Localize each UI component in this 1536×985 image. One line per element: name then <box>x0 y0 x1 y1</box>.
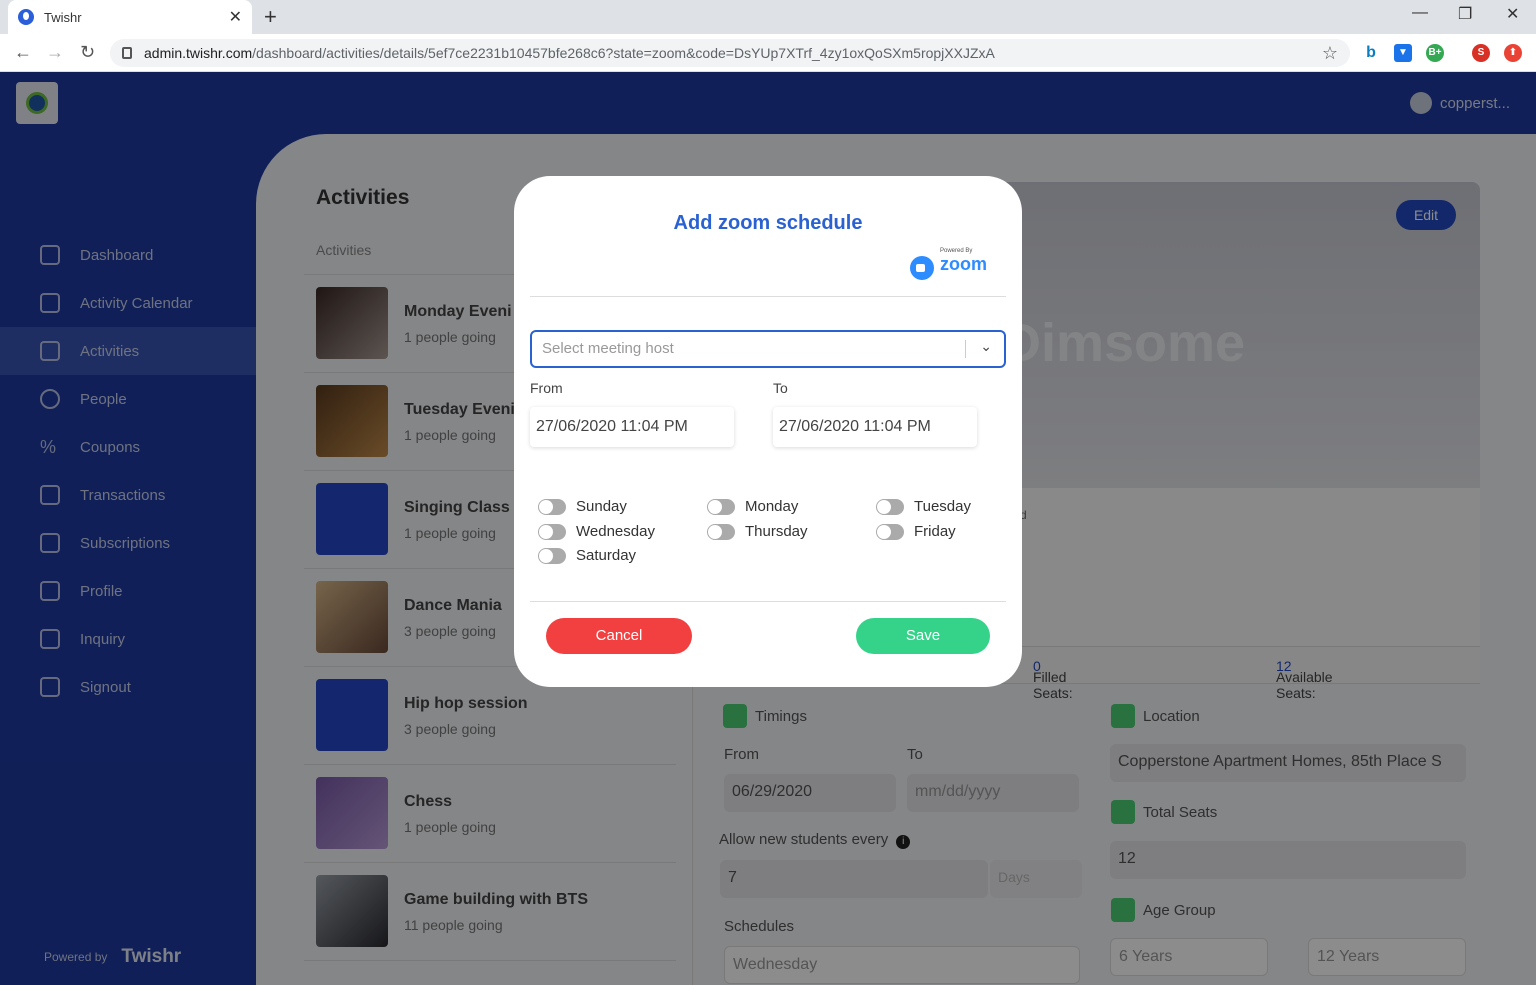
bookmark-star-icon[interactable]: ☆ <box>1322 43 1338 64</box>
bing-extension-icon[interactable]: b <box>1362 44 1380 62</box>
day-label: Wednesday <box>576 523 655 540</box>
close-tab-icon[interactable]: ✕ <box>229 7 242 27</box>
toggle-switch[interactable] <box>707 523 735 540</box>
zoom-logo: Powered By zoom <box>910 248 990 280</box>
back-icon[interactable]: ← <box>14 42 32 63</box>
browser-tab-bar: Twishr ✕ + — ❐ ✕ <box>0 0 1536 34</box>
day-toggle-monday[interactable]: Monday <box>707 498 798 515</box>
zoom-brand: zoom <box>940 254 987 274</box>
meeting-host-select[interactable]: Select meeting host ⌄ <box>530 330 1006 368</box>
address-bar: ← → ↻ admin.twishr.com/dashboard/activit… <box>0 34 1536 72</box>
b-plus-extension-icon[interactable]: B+ <box>1426 44 1444 62</box>
host-placeholder: Select meeting host <box>542 340 674 357</box>
chevron-down-icon[interactable]: ⌄ <box>980 338 992 355</box>
window-close-icon[interactable]: ✕ <box>1506 4 1519 24</box>
from-label: From <box>530 380 563 396</box>
day-label: Friday <box>914 523 956 540</box>
day-toggle-sunday[interactable]: Sunday <box>538 498 627 515</box>
toggle-switch[interactable] <box>707 498 735 515</box>
minimize-icon[interactable]: — <box>1412 4 1428 22</box>
toggle-switch[interactable] <box>876 523 904 540</box>
cancel-button[interactable]: Cancel <box>546 618 692 654</box>
toggle-switch[interactable] <box>538 498 566 515</box>
day-label: Thursday <box>745 523 808 540</box>
from-datetime-field[interactable]: 27/06/2020 11:04 PM <box>530 407 734 447</box>
lock-icon <box>122 47 132 59</box>
to-datetime-field[interactable]: 27/06/2020 11:04 PM <box>773 407 977 447</box>
trophy-extension-icon[interactable]: ▼ <box>1394 44 1412 62</box>
toggle-switch[interactable] <box>876 498 904 515</box>
select-divider <box>965 340 966 358</box>
day-toggle-tuesday[interactable]: Tuesday <box>876 498 971 515</box>
divider <box>530 296 1006 297</box>
toggle-switch[interactable] <box>538 523 566 540</box>
toggle-switch[interactable] <box>538 547 566 564</box>
new-tab-icon[interactable]: + <box>264 4 277 30</box>
url-field[interactable]: admin.twishr.com/dashboard/activities/de… <box>110 39 1350 67</box>
save-button[interactable]: Save <box>856 618 990 654</box>
url-path: /dashboard/activities/details/5ef7ce2231… <box>252 45 995 61</box>
divider <box>530 601 1006 602</box>
update-extension-icon[interactable]: ⬆ <box>1504 44 1522 62</box>
to-label: To <box>773 380 788 396</box>
modal-title: Add zoom schedule <box>673 212 863 234</box>
restore-icon[interactable]: ❐ <box>1458 4 1472 24</box>
day-label: Monday <box>745 498 799 515</box>
day-label: Sunday <box>576 498 627 515</box>
reload-icon[interactable]: ↻ <box>80 42 95 63</box>
browser-tab[interactable]: Twishr ✕ <box>8 0 252 34</box>
day-toggle-saturday[interactable]: Saturday <box>538 547 636 564</box>
day-toggle-wednesday[interactable]: Wednesday <box>538 523 655 540</box>
profile-s-icon[interactable]: S <box>1472 44 1490 62</box>
twishr-favicon-icon <box>18 9 34 25</box>
day-label: Saturday <box>576 547 637 564</box>
url-host: admin.twishr.com <box>144 45 253 61</box>
zoom-schedule-modal: Add zoom schedule Powered By zoom Select… <box>514 176 1022 687</box>
day-toggle-friday[interactable]: Friday <box>876 523 956 540</box>
day-label: Tuesday <box>914 498 971 515</box>
tab-title: Twishr <box>44 9 82 25</box>
zoom-camera-icon <box>910 256 934 280</box>
forward-icon[interactable]: → <box>46 42 64 63</box>
day-toggle-thursday[interactable]: Thursday <box>707 523 808 540</box>
